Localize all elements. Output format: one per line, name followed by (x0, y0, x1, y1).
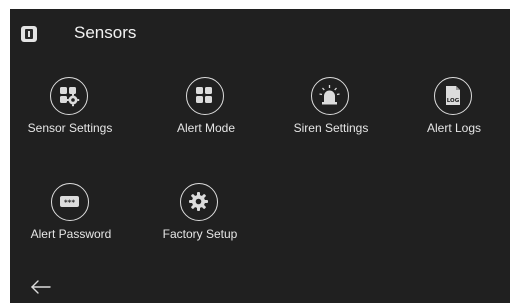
log-icon-text: LOG (447, 98, 460, 104)
alert-mode-label: Alert Mode (176, 121, 236, 135)
back-arrow-icon (31, 280, 51, 294)
siren-icon (311, 77, 349, 115)
siren-settings-label: Siren Settings (293, 121, 369, 135)
sensor-settings-icon (50, 77, 88, 115)
factory-setup-tile[interactable]: Factory Setup (140, 183, 260, 273)
alert-password-tile[interactable]: *** Alert Password (11, 183, 131, 273)
alert-mode-icon (186, 77, 224, 115)
page-title: Sensors (74, 23, 137, 42)
sensor-settings-tile[interactable]: Sensor Settings (10, 77, 130, 167)
header-bar: Sensors (10, 9, 510, 59)
back-button[interactable] (30, 279, 52, 295)
sensors-screen: Sensors Sensor Settings Alert Mode Siren… (10, 9, 510, 303)
password-icon-text: *** (64, 199, 75, 207)
alert-logs-tile[interactable]: LOG Alert Logs (394, 77, 510, 167)
alert-logs-label: Alert Logs (426, 121, 482, 135)
log-icon: LOG (434, 77, 472, 115)
gear-icon (180, 183, 218, 221)
alert-mode-tile[interactable]: Alert Mode (146, 77, 266, 167)
password-icon: *** (51, 183, 89, 221)
sensor-settings-label: Sensor Settings (27, 121, 113, 135)
alert-password-label: Alert Password (30, 227, 112, 241)
factory-setup-label: Factory Setup (162, 227, 238, 241)
app-info-icon (21, 26, 37, 42)
siren-settings-tile[interactable]: Siren Settings (271, 77, 391, 167)
